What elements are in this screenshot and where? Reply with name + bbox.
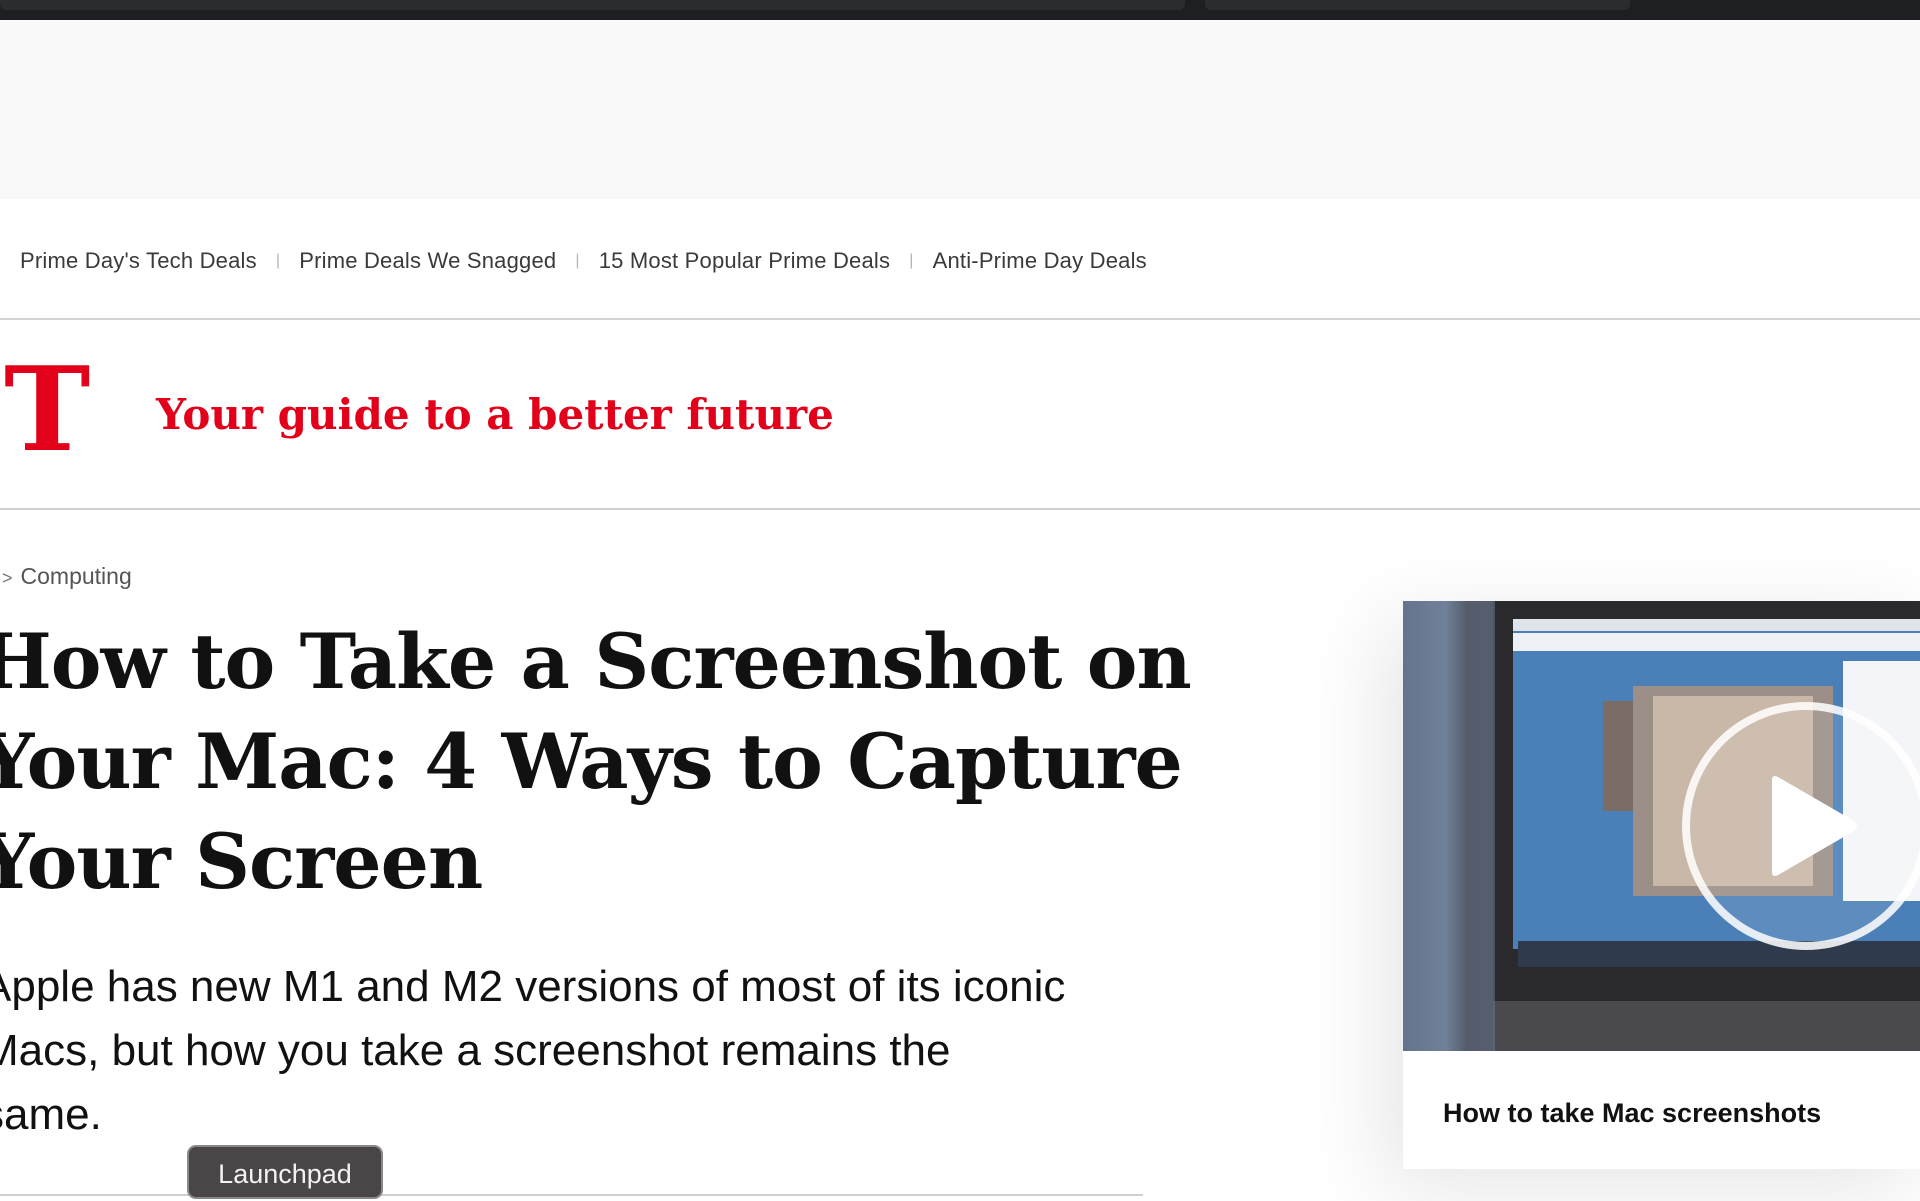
- site-tagline: Your guide to a better future: [156, 390, 834, 439]
- breadcrumb-computing[interactable]: Computing: [21, 563, 132, 589]
- deal-link-popular[interactable]: 15 Most Popular Prime Deals: [599, 248, 891, 274]
- launchpad-tooltip: Launchpad: [187, 1145, 383, 1199]
- dek-line: Macs, but how you take a screenshot rema…: [0, 1026, 951, 1075]
- dek-line: Apple has new M1 and M2 versions of most…: [0, 962, 1066, 1011]
- chevron-right-icon: >: [2, 568, 13, 588]
- content-divider: [0, 1194, 1143, 1196]
- browser-tab[interactable]: [1205, 0, 1630, 10]
- site-logo[interactable]: T: [4, 352, 90, 468]
- deal-link-tech-deals[interactable]: Prime Day's Tech Deals: [20, 248, 257, 274]
- play-button[interactable]: [1682, 702, 1920, 950]
- headline-line: How to Take a Screenshot on: [0, 617, 1192, 706]
- deal-nav-links: Prime Day's Tech Deals | Prime Deals We …: [20, 247, 1147, 275]
- article-headline: How to Take a Screenshot on Your Mac: 4 …: [0, 612, 1192, 912]
- headline-line: Your Mac: 4 Ways to Capture: [0, 717, 1183, 806]
- browser-tab[interactable]: [0, 0, 1185, 10]
- deal-separator: |: [575, 252, 580, 269]
- breadcrumb: > Computing: [2, 563, 132, 590]
- browser-tab-strip: [0, 0, 1920, 20]
- article-dek: Apple has new M1 and M2 versions of most…: [0, 955, 1142, 1147]
- ad-placeholder: [0, 20, 1920, 199]
- deal-link-anti-prime[interactable]: Anti-Prime Day Deals: [933, 248, 1147, 274]
- deal-separator: |: [909, 252, 914, 269]
- dek-line: same.: [0, 1090, 102, 1139]
- deal-separator: |: [275, 252, 281, 269]
- deal-link-snagged[interactable]: Prime Deals We Snagged: [299, 248, 556, 274]
- video-caption[interactable]: How to take Mac screenshots: [1443, 1098, 1821, 1129]
- play-icon: [1772, 776, 1857, 876]
- headline-line: Your Screen: [0, 817, 483, 906]
